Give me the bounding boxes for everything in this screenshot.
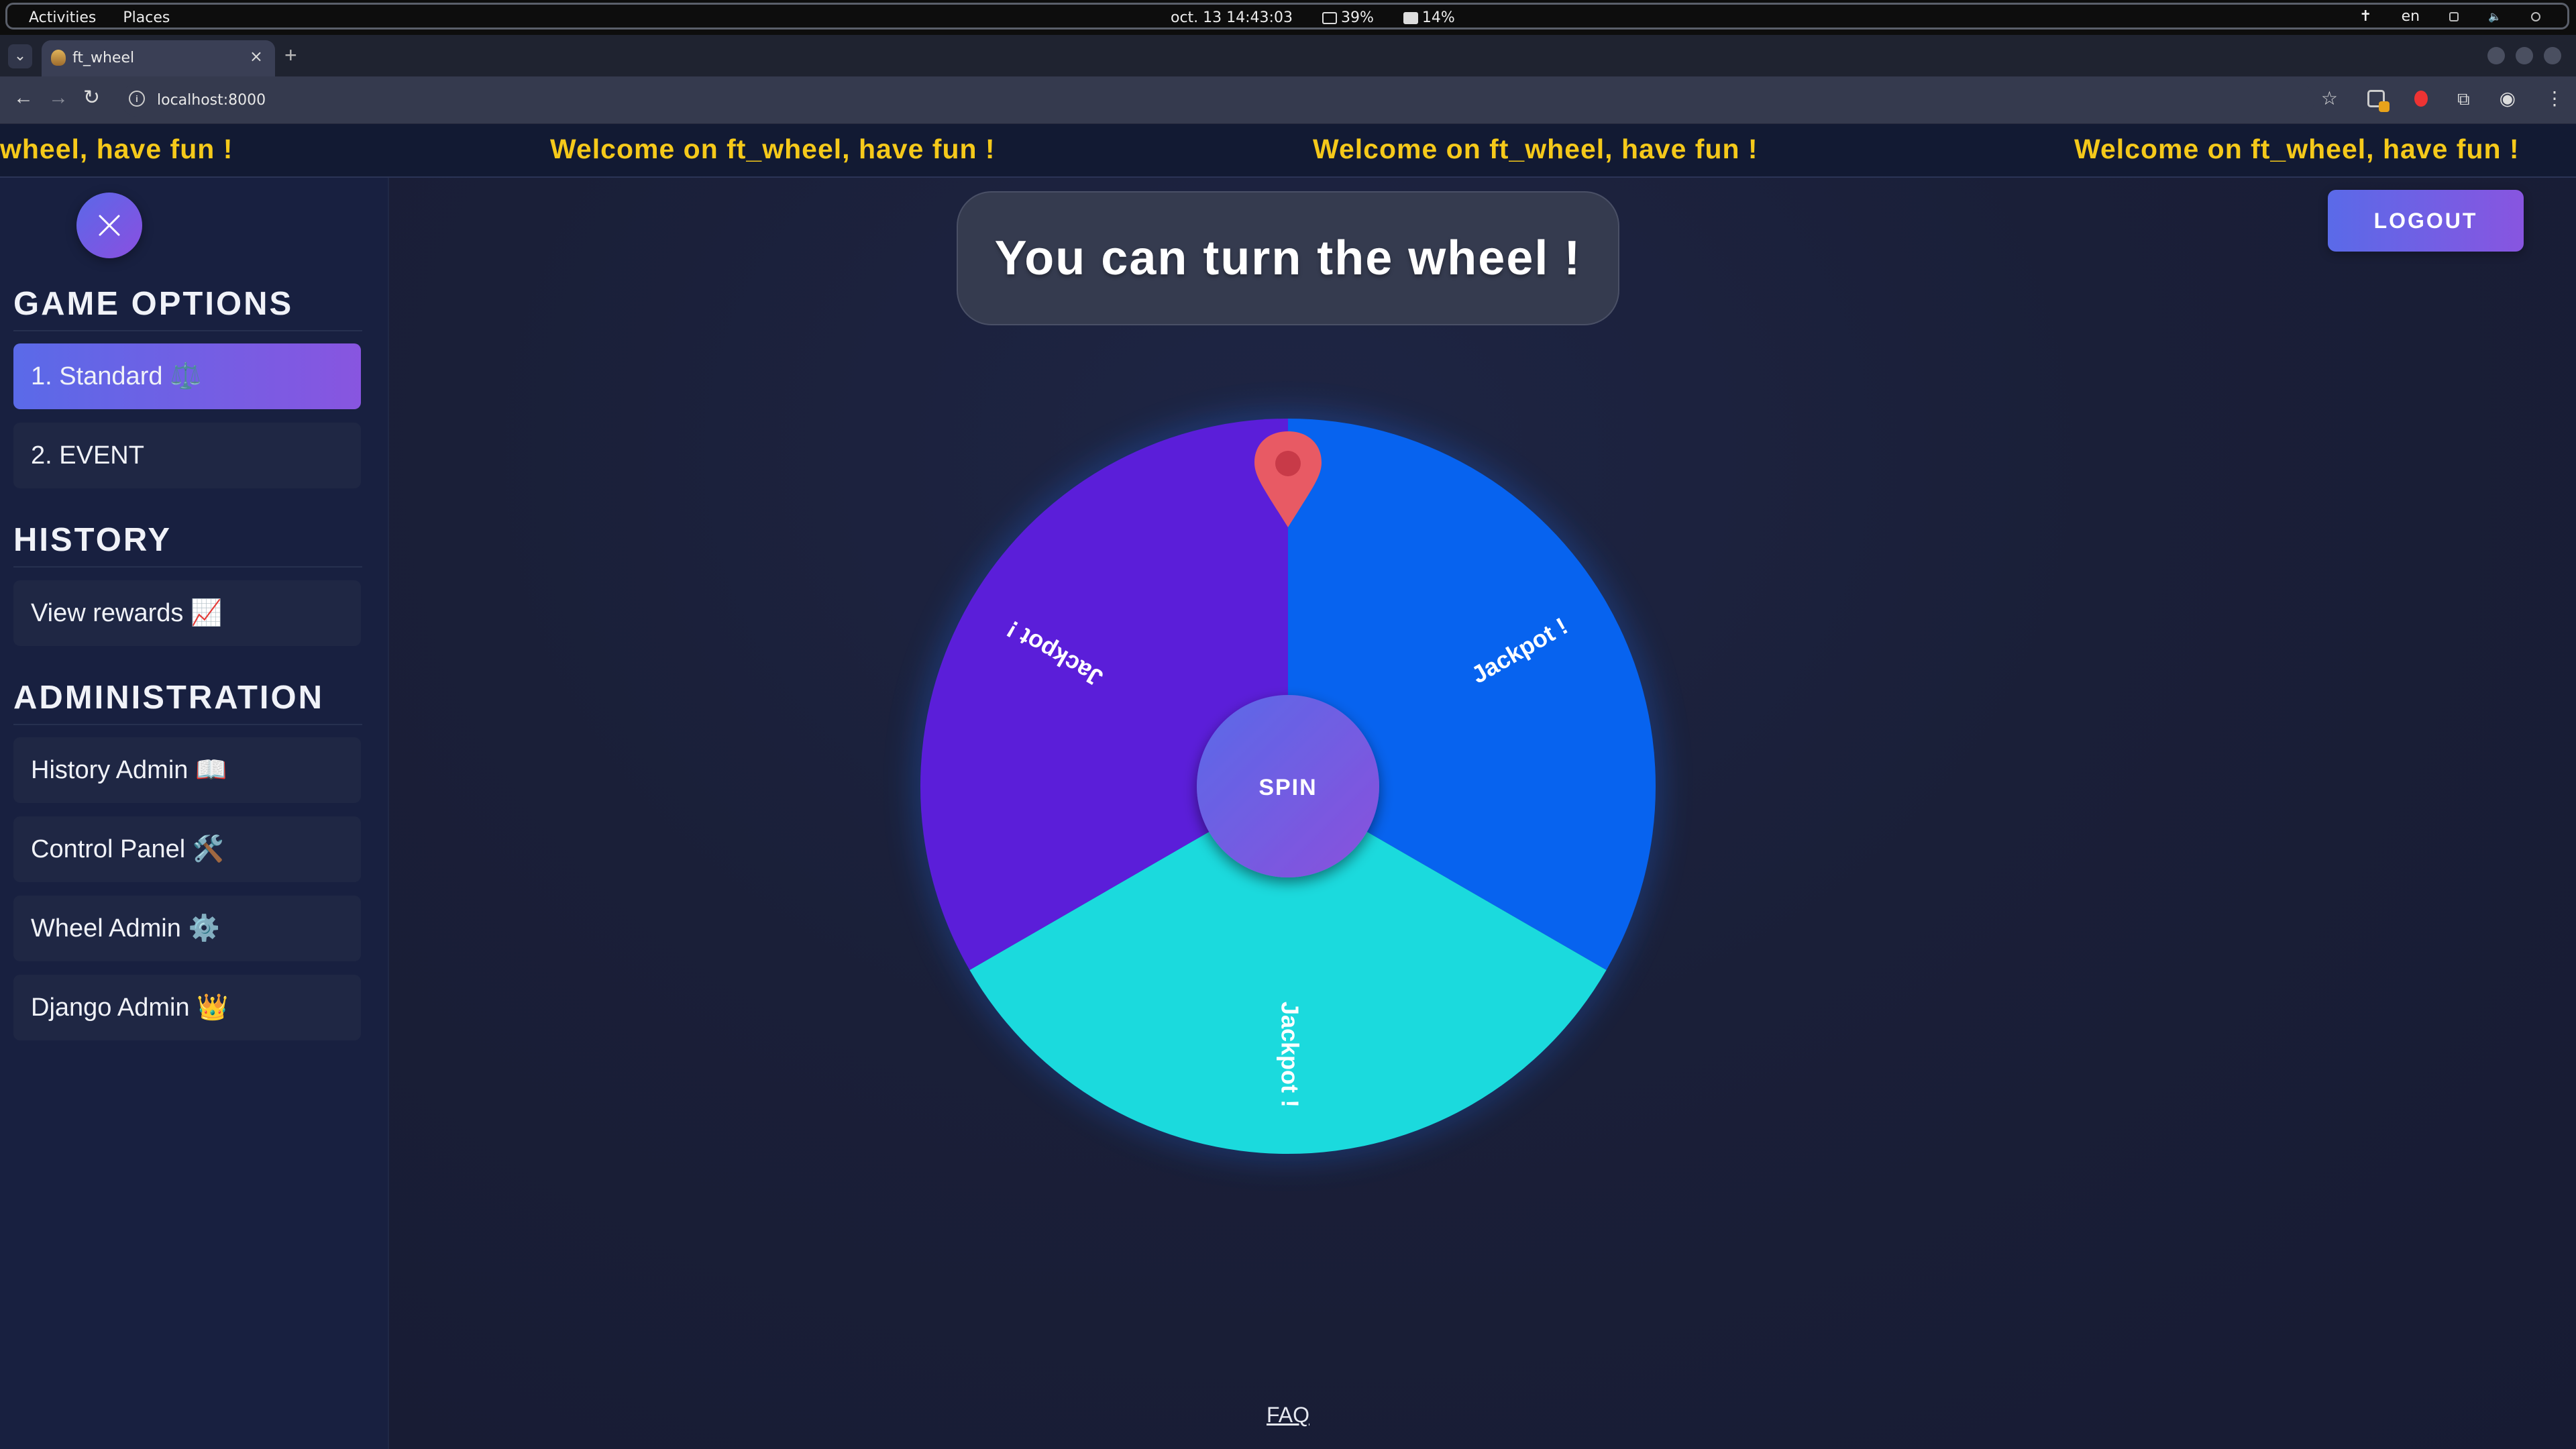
system-bar-frame: Activities Places oct. 13 14:43:03 39% 1… [5, 3, 2569, 30]
volume-icon[interactable]: 🔈 [2488, 10, 2502, 23]
logout-button[interactable]: LOGOUT [2328, 190, 2524, 252]
game-option-standard[interactable]: 1. Standard ⚖️ [13, 343, 361, 409]
close-window-button[interactable] [2544, 47, 2561, 64]
extensions-puzzle-icon[interactable]: ⧉ [2457, 89, 2470, 109]
back-arrow-icon[interactable]: ← [13, 87, 34, 109]
welcome-marquee: wheel, have fun ! Welcome on ft_wheel, h… [0, 124, 2576, 178]
sidebar-close-button[interactable] [76, 193, 142, 258]
reload-icon[interactable]: ↻ [83, 87, 100, 109]
site-info-icon[interactable]: i [129, 91, 145, 107]
history-admin-link[interactable]: History Admin 📖 [13, 737, 361, 803]
extension-red-icon[interactable] [2414, 91, 2428, 107]
tab-close-icon[interactable]: × [250, 47, 263, 66]
status-message: You can turn the wheel ! [957, 191, 1619, 325]
wheel-segment-label: Jackpot ! [1276, 1002, 1303, 1108]
spin-button[interactable]: SPIN [1197, 695, 1379, 877]
close-icon [99, 215, 120, 236]
browser-tab-strip: ⌄ ft_wheel × + [0, 35, 2576, 76]
control-panel-link[interactable]: Control Panel 🛠️ [13, 816, 361, 882]
django-admin-link[interactable]: Django Admin 👑 [13, 975, 361, 1040]
wheel-admin-link[interactable]: Wheel Admin ⚙️ [13, 896, 361, 961]
power-icon[interactable] [2531, 11, 2540, 21]
bookmark-star-icon[interactable]: ☆ [2321, 89, 2338, 109]
clock[interactable]: oct. 13 14:43:03 [1171, 9, 1293, 26]
tab-list-button[interactable]: ⌄ [8, 44, 32, 68]
game-options-heading: GAME OPTIONS [13, 286, 294, 322]
view-rewards-link[interactable]: View rewards 📈 [13, 580, 361, 646]
game-option-event[interactable]: 2. EVENT [13, 423, 361, 488]
profile-icon[interactable]: ◉ [2500, 89, 2516, 109]
cpu-indicator[interactable]: 39% [1322, 9, 1374, 26]
browser-toolbar: ← → ↻ i localhost:8000 ☆ ⧉ ◉ ⋮ [0, 76, 2576, 124]
activities-button[interactable]: Activities [29, 9, 96, 26]
address-bar[interactable]: i localhost:8000 [121, 83, 2314, 117]
accessibility-icon[interactable]: ✝ [2359, 8, 2371, 25]
maximize-button[interactable] [2516, 47, 2533, 64]
browser-tab[interactable]: ft_wheel × [42, 40, 275, 76]
faq-link[interactable]: FAQ [1267, 1403, 1309, 1428]
network-icon[interactable] [2449, 11, 2459, 21]
favicon-icon [51, 50, 66, 66]
marquee-text: Welcome on ft_wheel, have fun ! [550, 133, 996, 164]
url-text[interactable]: localhost:8000 [157, 92, 266, 109]
extension-badge-icon[interactable] [2367, 90, 2390, 112]
forward-arrow-icon[interactable]: → [48, 87, 68, 109]
prize-wheel[interactable]: Jackpot !Jackpot !Jackpot ! SPIN [872, 339, 1704, 1318]
places-menu[interactable]: Places [123, 9, 170, 26]
cpu-icon [1322, 12, 1337, 24]
cpu-value: 39% [1340, 9, 1374, 26]
memory-icon [1403, 12, 1418, 24]
divider [13, 566, 362, 568]
marquee-text: wheel, have fun ! [0, 133, 233, 164]
browser-menu-icon[interactable]: ⋮ [2545, 89, 2564, 109]
history-heading: HISTORY [13, 522, 172, 558]
administration-heading: ADMINISTRATION [13, 680, 324, 716]
page-content: wheel, have fun ! Welcome on ft_wheel, h… [0, 124, 2576, 1449]
minimize-button[interactable] [2487, 47, 2505, 64]
sidebar: GAME OPTIONS 1. Standard ⚖️ 2. EVENT HIS… [0, 178, 389, 1449]
spin-label[interactable]: SPIN [1258, 775, 1317, 800]
system-top-bar: Activities Places oct. 13 14:43:03 39% 1… [0, 0, 2576, 35]
tab-title: ft_wheel [72, 50, 135, 66]
marquee-text: Welcome on ft_wheel, have fun ! [2074, 133, 2520, 164]
memory-value: 14% [1421, 9, 1455, 26]
keyboard-language[interactable]: en [2402, 8, 2420, 25]
new-tab-button[interactable]: + [284, 44, 297, 66]
memory-indicator[interactable]: 14% [1403, 9, 1455, 26]
marquee-text: Welcome on ft_wheel, have fun ! [1313, 133, 1758, 164]
divider [13, 330, 362, 331]
divider [13, 724, 362, 725]
